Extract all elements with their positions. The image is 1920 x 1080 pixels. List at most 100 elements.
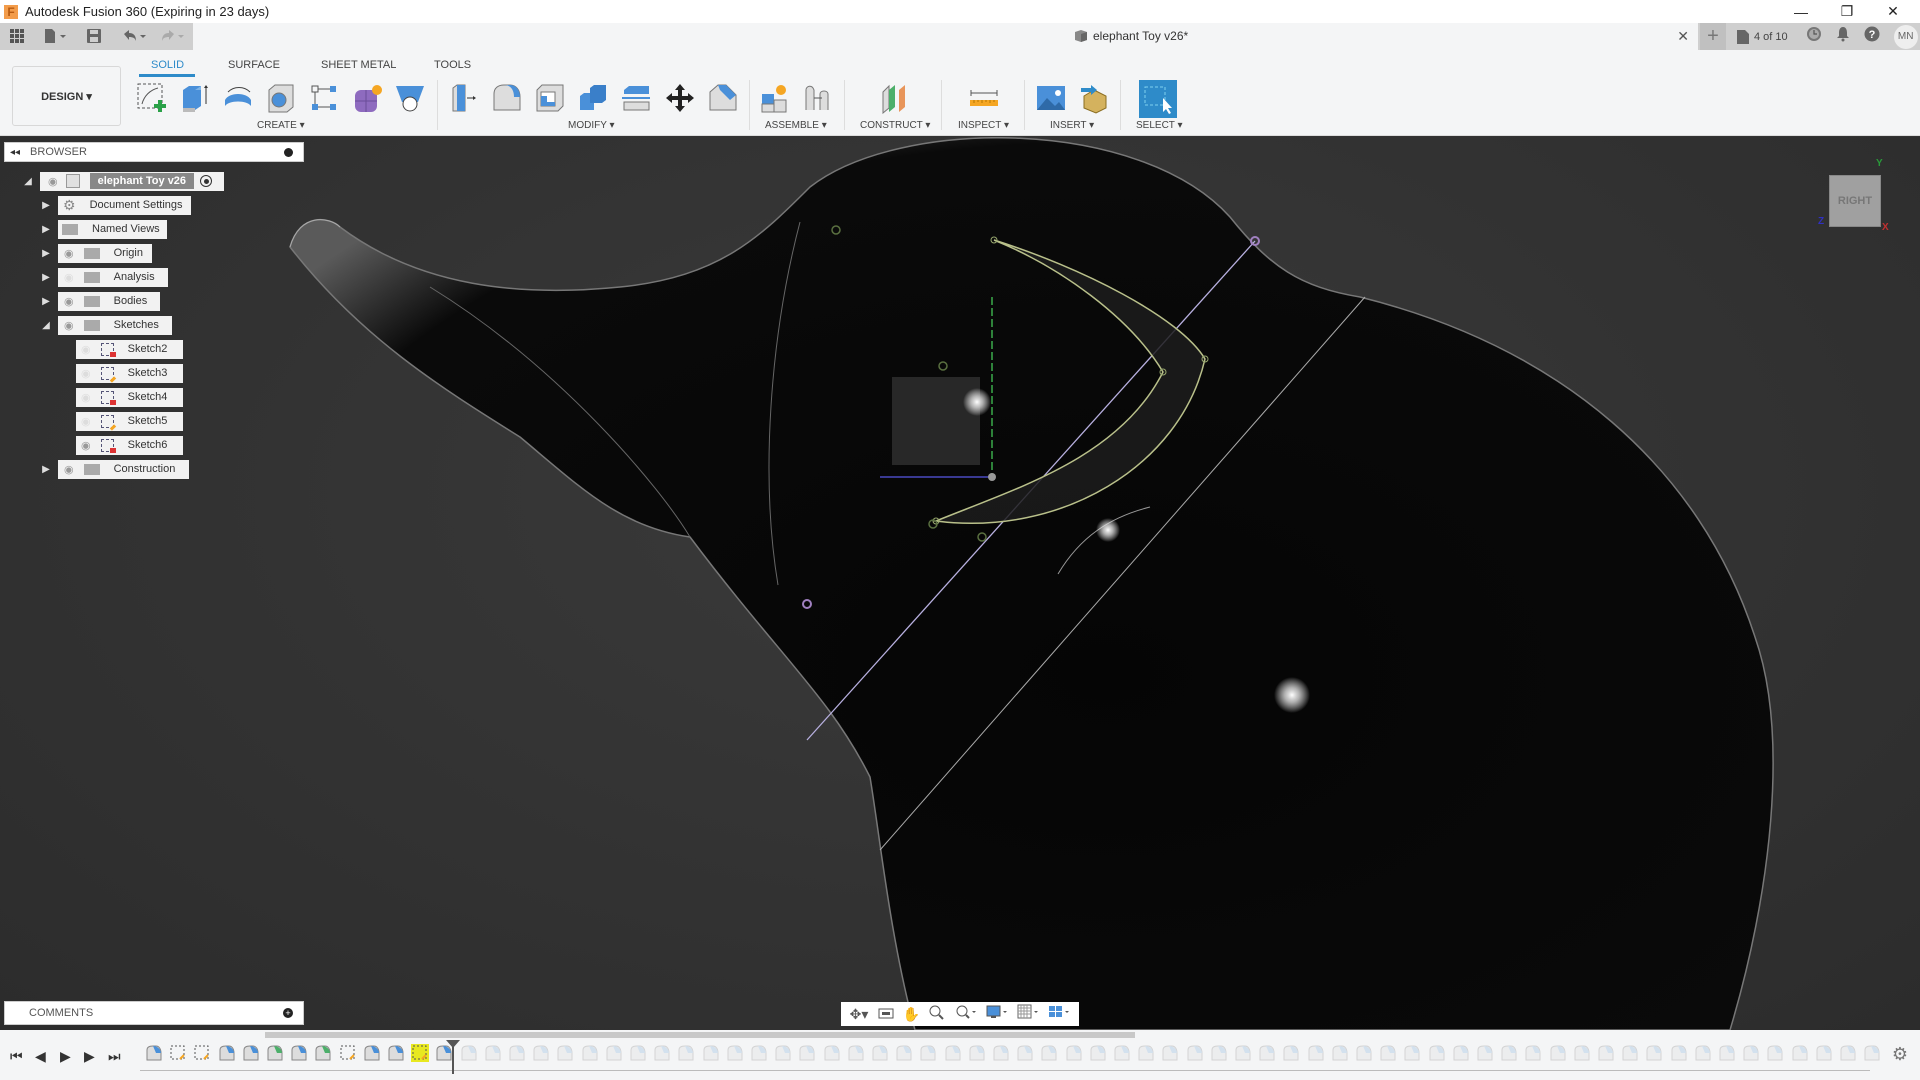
shell-icon[interactable] — [532, 80, 568, 116]
timeline-feature-suppressed[interactable] — [1742, 1044, 1760, 1062]
data-panel-grid-icon[interactable] — [8, 27, 26, 45]
timeline-feature-suppressed[interactable] — [774, 1044, 792, 1062]
fillet-icon[interactable] — [489, 80, 525, 116]
timeline-feature-suppressed[interactable] — [1016, 1044, 1034, 1062]
timeline-feature-suppressed[interactable] — [798, 1044, 816, 1062]
3d-viewport[interactable] — [0, 137, 1920, 1030]
timeline-feature-sketch[interactable] — [339, 1044, 357, 1062]
timeline-feature-plane[interactable] — [266, 1044, 284, 1062]
timeline-feature-suppressed[interactable] — [968, 1044, 986, 1062]
undo-icon[interactable] — [118, 27, 148, 45]
timeline-feature-suppressed[interactable] — [1040, 1044, 1058, 1062]
minimize-button[interactable]: — — [1778, 0, 1824, 23]
browser-item-bodies[interactable]: ▶ ◉ Bodies — [40, 291, 160, 311]
timeline-feature-suppressed[interactable] — [1065, 1044, 1083, 1062]
timeline-feature-suppressed[interactable] — [1645, 1044, 1663, 1062]
timeline-feature-suppressed[interactable] — [871, 1044, 889, 1062]
browser-item-sketches[interactable]: ◢ ◉ Sketches — [40, 315, 172, 335]
timeline-feature-suppressed[interactable] — [992, 1044, 1010, 1062]
user-avatar[interactable]: MN — [1893, 24, 1918, 49]
fit-window-icon[interactable] — [955, 1004, 977, 1025]
timeline-feature-suppressed[interactable] — [1331, 1044, 1349, 1062]
activate-radio-icon[interactable] — [200, 175, 213, 187]
chamfer-icon[interactable] — [705, 80, 741, 116]
timeline-feature-suppressed[interactable] — [1694, 1044, 1712, 1062]
split-body-icon[interactable] — [618, 80, 654, 116]
viewports-icon[interactable] — [1048, 1004, 1070, 1025]
create-form-icon[interactable] — [349, 80, 385, 116]
modify-menu[interactable]: MODIFY ▾ — [568, 120, 615, 131]
close-window-button[interactable]: ✕ — [1870, 0, 1916, 23]
document-tab[interactable]: elephant Toy v26* ✕ — [193, 23, 1698, 50]
browser-item-named-views[interactable]: ▶ Named Views — [40, 219, 167, 239]
select-icon[interactable] — [1139, 80, 1177, 118]
timeline-feature-suppressed[interactable] — [1718, 1044, 1736, 1062]
timeline-feature-sketch-active[interactable] — [411, 1044, 430, 1062]
timeline-feature-suppressed[interactable] — [1476, 1044, 1494, 1062]
timeline-feature-suppressed[interactable] — [1282, 1044, 1300, 1062]
timeline-feature-sketch[interactable] — [169, 1044, 187, 1062]
timeline-feature-suppressed[interactable] — [702, 1044, 720, 1062]
timeline-feature-suppressed[interactable] — [1863, 1044, 1881, 1062]
browser-root-item[interactable]: ◢ ◉ elephant Toy v26 — [22, 171, 224, 191]
eye-icon[interactable]: ◉ — [64, 319, 74, 332]
timeline-feature-suppressed[interactable] — [1113, 1044, 1131, 1062]
zoom-icon[interactable] — [929, 1004, 945, 1025]
timeline-feature-fillet[interactable] — [242, 1044, 260, 1062]
derive-icon[interactable] — [392, 80, 428, 116]
hole-icon[interactable] — [263, 80, 299, 116]
browser-item-sketch5[interactable]: ◉ Sketch5 — [76, 411, 183, 431]
timeline-play-button[interactable]: ▶ — [60, 1048, 71, 1065]
timeline-feature-suppressed[interactable] — [1549, 1044, 1567, 1062]
sketch-origin[interactable] — [988, 473, 996, 481]
assemble-menu[interactable]: ASSEMBLE ▾ — [765, 120, 827, 131]
new-tab-button[interactable]: + — [1700, 23, 1726, 50]
timeline-feature-suppressed[interactable] — [629, 1044, 647, 1062]
expand-arrow-icon[interactable]: ▶ — [40, 463, 52, 475]
timeline-feature-extrude[interactable] — [363, 1044, 381, 1062]
timeline-feature-suppressed[interactable] — [919, 1044, 937, 1062]
redo-icon[interactable] — [158, 27, 188, 45]
workspace-switcher[interactable]: DESIGN ▾ — [12, 66, 121, 126]
extrude-icon[interactable] — [177, 80, 213, 116]
timeline-feature-suppressed[interactable] — [1161, 1044, 1179, 1062]
notifications-bell-icon[interactable] — [1836, 26, 1850, 47]
expand-arrow-icon[interactable]: ▶ — [40, 223, 52, 235]
timeline-feature-split[interactable] — [290, 1044, 308, 1062]
pattern-icon[interactable] — [306, 80, 342, 116]
timeline-feature-fillet[interactable] — [387, 1044, 405, 1062]
timeline-feature-suppressed[interactable] — [1524, 1044, 1542, 1062]
timeline-feature-suppressed[interactable] — [1452, 1044, 1470, 1062]
create-menu[interactable]: CREATE ▾ — [257, 120, 305, 131]
browser-item-sketch2[interactable]: ◉ Sketch2 — [76, 339, 183, 359]
tab-tools[interactable]: TOOLS — [434, 59, 471, 71]
timeline-feature-suppressed[interactable] — [653, 1044, 671, 1062]
timeline-feature-suppressed[interactable] — [1379, 1044, 1397, 1062]
display-settings-icon[interactable] — [986, 1004, 1008, 1025]
timeline-feature-suppressed[interactable] — [484, 1044, 502, 1062]
browser-item-analysis[interactable]: ▶ ◉ Analysis — [40, 267, 168, 287]
tab-surface[interactable]: SURFACE — [228, 59, 280, 71]
timeline-settings-gear-icon[interactable]: ⚙ — [1892, 1044, 1908, 1065]
joint-icon[interactable] — [800, 80, 836, 116]
timeline-feature-suppressed[interactable] — [1839, 1044, 1857, 1062]
eye-hidden-icon[interactable]: ◉ — [64, 271, 74, 284]
comments-panel[interactable]: COMMENTS + — [4, 1001, 304, 1025]
timeline-marker-head[interactable] — [446, 1040, 460, 1048]
measure-icon[interactable] — [966, 80, 1002, 116]
new-component-icon[interactable] — [757, 80, 793, 116]
timeline-feature-suppressed[interactable] — [1791, 1044, 1809, 1062]
browser-item-sketch4[interactable]: ◉ Sketch4 — [76, 387, 183, 407]
timeline-feature-plane[interactable] — [314, 1044, 332, 1062]
timeline-feature-suppressed[interactable] — [581, 1044, 599, 1062]
orbit-icon[interactable]: ✥▾ — [850, 1006, 869, 1023]
job-status-icon[interactable] — [1806, 26, 1822, 47]
add-comment-icon[interactable]: + — [283, 1008, 293, 1018]
timeline-feature-fillet[interactable] — [145, 1044, 163, 1062]
timeline-next-button[interactable]: ▶ — [84, 1048, 95, 1065]
create-sketch-icon[interactable] — [134, 80, 170, 116]
timeline-feature-suppressed[interactable] — [1307, 1044, 1325, 1062]
browser-item-construction[interactable]: ▶ ◉ Construction — [40, 459, 189, 479]
eye-icon[interactable]: ◉ — [48, 175, 58, 188]
timeline-feature-suppressed[interactable] — [1403, 1044, 1421, 1062]
